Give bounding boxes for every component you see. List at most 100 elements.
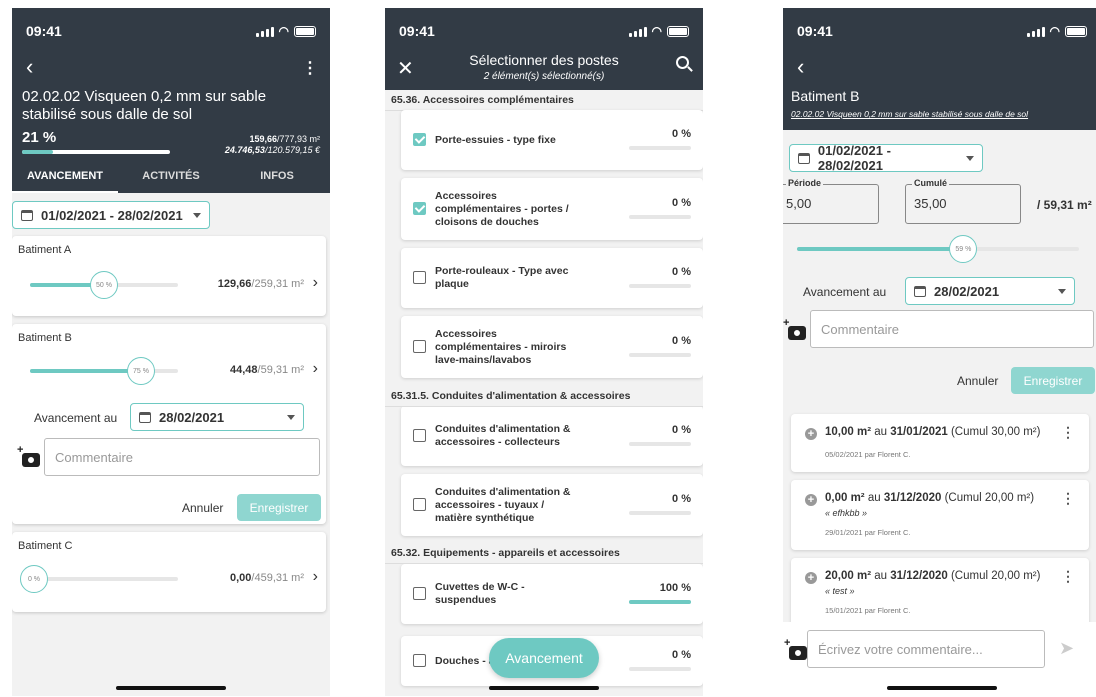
item-label-line: Conduites d'alimentation &	[435, 486, 571, 498]
avancement-date-select[interactable]: 28/02/2021	[130, 403, 304, 431]
building-name: Batiment C	[18, 540, 73, 552]
history-meta: 29/01/2021 par Florent C.	[825, 528, 911, 537]
search-icon[interactable]	[676, 56, 693, 72]
chevron-right-icon[interactable]: ›	[313, 568, 318, 586]
more-icon[interactable]: ⋮	[1061, 568, 1075, 585]
list-item[interactable]: Accessoires complémentaires - miroirs lave…	[401, 316, 703, 378]
chevron-down-icon	[193, 212, 201, 218]
item-percent: 0 %	[672, 649, 691, 661]
progress-slider[interactable]: 75 %	[30, 357, 178, 385]
add-photo-icon[interactable]	[783, 317, 806, 340]
checkbox[interactable]	[413, 340, 426, 353]
history-summary: 0,00 m² au 31/12/2020 (Cumul 20,00 m²)	[825, 492, 1035, 504]
save-button[interactable]: Enregistrer	[237, 494, 321, 521]
list-item[interactable]: Cuvettes de W-C - suspendues 100 %	[401, 564, 703, 624]
checkbox[interactable]	[413, 654, 426, 667]
progress-slider[interactable]: 50 %	[30, 271, 178, 299]
qty-done: 159,66	[249, 134, 277, 144]
history-entry[interactable]: + ⋮ 20,00 m² au 31/12/2020 (Cumul 20,00 m²…	[791, 558, 1089, 628]
more-icon[interactable]: ⋮	[1061, 424, 1075, 441]
checkbox[interactable]	[413, 587, 426, 600]
avancement-label: Avancement au	[34, 411, 118, 425]
overall-percent: 21 %	[22, 129, 57, 146]
cumule-field[interactable]: Cumulé 35,00	[905, 178, 1021, 224]
expand-icon[interactable]: +	[805, 572, 817, 584]
slider-knob[interactable]: 75 %	[127, 357, 155, 385]
avancement-date-select[interactable]: 28/02/2021	[905, 277, 1075, 305]
calendar-icon	[914, 285, 926, 297]
save-button[interactable]: Enregistrer	[1011, 367, 1095, 394]
item-label: Cuvettes de W-C - suspendues	[435, 581, 595, 607]
progress-slider[interactable]: 0 %	[20, 565, 178, 593]
expand-icon[interactable]: +	[805, 428, 817, 440]
date-range-select[interactable]: 01/02/2021 - 28/02/2021	[789, 143, 983, 173]
date-range-select[interactable]: 01/02/2021 - 28/02/2021	[12, 201, 210, 229]
item-label-line: Accessoires	[435, 190, 497, 202]
item-label: Accessoires complémentaires - portes / clo…	[435, 190, 595, 229]
item-progress-bar	[629, 146, 691, 150]
chevron-right-icon[interactable]: ›	[313, 360, 318, 378]
home-indicator	[887, 686, 997, 690]
slider-knob[interactable]: 0 %	[20, 565, 48, 593]
item-label: Porte-rouleaux - Type avec plaque	[435, 265, 595, 291]
progress-slider[interactable]: 59 %	[797, 235, 1079, 263]
slider-knob[interactable]: 50 %	[90, 271, 118, 299]
checkbox[interactable]	[413, 429, 426, 442]
history-entry[interactable]: + ⋮ 0,00 m² au 31/12/2020 (Cumul 20,00 m²)…	[791, 480, 1089, 550]
history-meta: 15/01/2021 par Florent C.	[825, 606, 911, 615]
send-icon[interactable]: ➤	[1059, 638, 1074, 659]
slider-knob[interactable]: 59 %	[949, 235, 978, 263]
item-percent: 100 %	[659, 582, 691, 594]
back-icon[interactable]: ‹	[26, 56, 33, 78]
signal-icon	[628, 26, 647, 37]
tab-infos[interactable]: INFOS	[224, 168, 330, 193]
chevron-right-icon[interactable]: ›	[313, 274, 318, 292]
expand-icon[interactable]: +	[805, 494, 817, 506]
status-bar: 09:41 ◠	[12, 8, 330, 40]
more-icon[interactable]: ⋮	[1061, 490, 1075, 507]
list-item[interactable]: Porte-essuies - type fixe 0 %	[401, 110, 703, 170]
checkbox[interactable]	[413, 133, 426, 146]
avancement-fab[interactable]: Avancement	[489, 638, 599, 678]
write-comment-input[interactable]: Écrivez votre commentaire...	[807, 630, 1045, 668]
back-icon[interactable]: ‹	[797, 56, 804, 78]
item-progress-bar	[629, 215, 691, 219]
calendar-icon	[139, 411, 151, 423]
list-item[interactable]: Conduites d'alimentation & accessoires - …	[401, 474, 703, 536]
status-time: 09:41	[399, 23, 435, 39]
checkbox[interactable]	[413, 202, 426, 215]
overall-progress-bar	[22, 150, 170, 154]
checkbox[interactable]	[413, 271, 426, 284]
building-card-c[interactable]: Batiment C 0 % 0,00/459,31 m² ›	[12, 532, 326, 612]
item-progress-bar	[629, 667, 691, 671]
item-label-line: cloisons de douches	[435, 216, 539, 228]
building-card-b[interactable]: Batiment B 75 % 44,48/59,31 m² › Avancem…	[12, 324, 326, 524]
signal-icon	[255, 26, 274, 37]
comment-input[interactable]: Commentaire	[810, 310, 1094, 348]
list-item[interactable]: Porte-rouleaux - Type avec plaque 0 %	[401, 248, 703, 308]
screen-progress-overview: 09:41 ◠ ‹ ⋮ 02.02.02 Visqueen 0,2 mm sur…	[12, 8, 330, 696]
chevron-down-icon	[966, 155, 974, 161]
tab-activites[interactable]: ACTIVITÉS	[118, 168, 224, 193]
cancel-button[interactable]: Annuler	[182, 501, 223, 515]
checkbox[interactable]	[413, 498, 426, 511]
building-quantity: 0,00/459,31 m²	[229, 572, 304, 584]
comment-input[interactable]: Commentaire	[44, 438, 320, 476]
periode-field[interactable]: Période 5,00	[783, 178, 879, 224]
list-item[interactable]: Conduites d'alimentation & accessoires - …	[401, 406, 703, 466]
add-photo-icon[interactable]	[17, 444, 40, 467]
item-percent: 0 %	[672, 266, 691, 278]
building-card-a[interactable]: Batiment A 50 % 129,66/259,31 m² ›	[12, 236, 326, 316]
list-item[interactable]: Accessoires complémentaires - portes / clo…	[401, 178, 703, 240]
history-entry[interactable]: + ⋮ 10,00 m² au 31/01/2021 (Cumul 30,00 m²…	[791, 414, 1089, 472]
calendar-icon	[21, 209, 33, 221]
add-photo-icon[interactable]	[784, 637, 807, 660]
item-label-line: Porte-essuies - type fixe	[435, 134, 556, 146]
tab-avancement[interactable]: AVANCEMENT	[12, 168, 118, 193]
cancel-button[interactable]: Annuler	[957, 374, 998, 388]
header: 09:41 ◠ ✕ Sélectionner des postes 2 élém…	[385, 8, 703, 90]
section-header: 65.36. Accessoires complémentaires	[385, 90, 703, 111]
more-icon[interactable]: ⋮	[302, 58, 318, 78]
item-percent: 0 %	[672, 493, 691, 505]
item-label-line: lave-mains/lavabos	[435, 354, 532, 366]
